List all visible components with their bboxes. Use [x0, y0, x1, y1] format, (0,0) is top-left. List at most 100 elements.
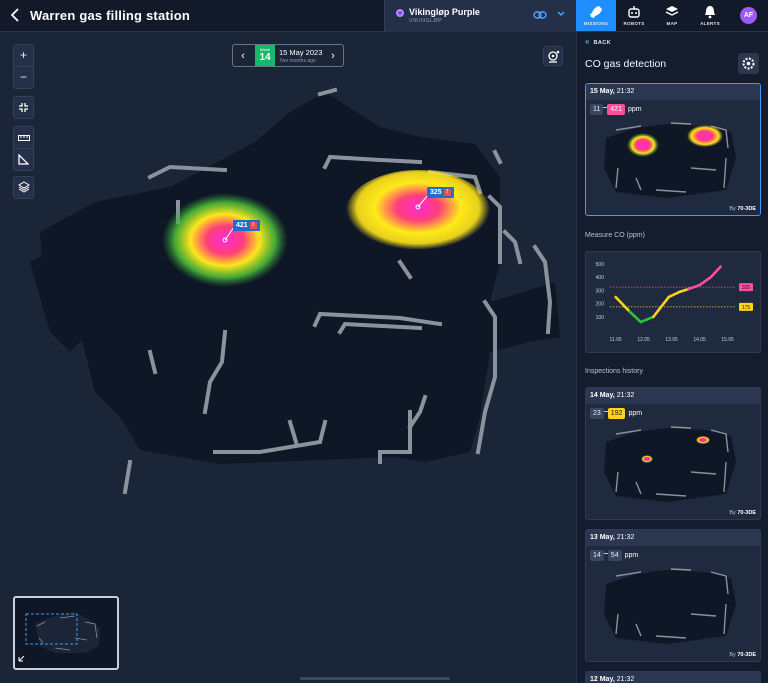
fit-button[interactable] [14, 97, 33, 118]
card-time: 21:32 [616, 534, 635, 541]
nav-label-map: MAP [666, 21, 678, 26]
x-tick-label: 15.05 [721, 337, 734, 343]
card-time: 21:32 [616, 676, 635, 683]
co-chart: 100 200 300 400 500 11.05 12.05 13.05 14.05 15.05… [585, 251, 761, 353]
camera-icon [548, 50, 560, 63]
robot-icon [628, 6, 640, 18]
week-badge: Week 14 [255, 45, 275, 66]
zoom-out-button[interactable]: − [14, 67, 33, 88]
card-map-thumbnail [604, 122, 736, 198]
x-tick-label: 14.05 [693, 337, 706, 343]
card-time: 21:32 [616, 88, 635, 95]
robot-status-icon [396, 9, 404, 17]
nav-tab-alerts[interactable]: ALERTS [690, 0, 730, 31]
avatar[interactable]: AF [740, 7, 757, 24]
prev-date-button[interactable]: ‹ [237, 49, 249, 63]
layers-icon [665, 6, 679, 16]
layers-icon [17, 181, 30, 193]
back-label: BACK [593, 40, 611, 46]
chevron-down-icon[interactable] [556, 9, 566, 19]
nav-label-missions: MISSIONS [583, 21, 609, 26]
nav-label-alerts: ALERTS [700, 21, 720, 26]
layers-button[interactable] [14, 177, 33, 198]
settings-button[interactable] [738, 53, 759, 74]
y-tick-label: 500 [596, 262, 605, 268]
next-date-button[interactable]: › [327, 49, 339, 63]
date-navigator: ‹ Week 14 15 May 2023 Two months ago › [232, 44, 344, 67]
card-map-thumbnail [604, 568, 736, 644]
card-date: 15 May, [590, 88, 615, 95]
x-tick-label: 11.05 [610, 337, 622, 343]
history-card[interactable]: 14 May, 21:32 23 192 ppm By 70-3DE [585, 387, 761, 520]
history-card[interactable]: 13 May, 21:32 14 54 ppm By 70-3DE [585, 529, 761, 662]
history-card[interactable]: 12 May, 21:32 [585, 671, 761, 683]
card-header: 12 May, 21:32 [586, 672, 760, 683]
threshold-label: 175 [742, 305, 751, 311]
series-segment [709, 265, 722, 279]
credit-robot-id: 70-3DE [737, 510, 756, 516]
card-header: 15 May, 21:32 [586, 84, 760, 100]
top-bar: Warren gas filling station Vikingløp Pur… [0, 0, 768, 32]
robot-subtitle: VIKINGLØP [409, 18, 443, 24]
card-date: 14 May, [590, 392, 615, 399]
link-icon[interactable] [533, 9, 547, 21]
panel-title: CO gas detection [585, 58, 667, 70]
card-header: 14 May, 21:32 [586, 388, 760, 404]
ppm-range: 11 421 ppm [590, 104, 642, 116]
series-segment [639, 315, 655, 324]
card-date: 12 May, [590, 676, 615, 683]
nav-tab-missions[interactable]: MISSIONS [576, 0, 616, 31]
horizontal-scroll-indicator[interactable] [300, 677, 450, 680]
series-segment [628, 310, 643, 324]
ruler-icon [17, 135, 30, 141]
card-map-thumbnail [604, 426, 736, 502]
credit-prefix: By [729, 652, 736, 658]
bell-icon [705, 6, 715, 19]
nav-label-robots: ROBOTS [623, 21, 645, 26]
double-chevron-left-icon: « [585, 37, 590, 46]
hotspot-tag-2[interactable]: 325! [427, 187, 454, 198]
history-label: Inspections history [585, 368, 643, 375]
threshold-label: 325 [742, 285, 751, 291]
current-inspection-card[interactable]: 15 May, 21:32 11 421 ppm By 70-3DE [585, 83, 761, 216]
co-chart-svg: 100 200 300 400 500 11.05 12.05 13.05 14.05 15.05… [596, 262, 753, 343]
ppm-min: 11 [590, 104, 604, 115]
series-segment [678, 287, 690, 294]
back-chevron-icon[interactable] [10, 8, 24, 24]
date-relative: Two months ago [279, 58, 316, 64]
page-title: Warren gas filling station [30, 8, 191, 23]
current-date: 15 May 2023 [279, 48, 323, 57]
warning-icon: ! [249, 222, 257, 229]
hotspot-value: 421 [236, 222, 248, 229]
robot-credit: By 70-3DE [729, 652, 756, 658]
floor-plan [30, 87, 560, 495]
layers-control [13, 176, 34, 199]
y-tick-label: 300 [596, 288, 605, 294]
ppm-unit: ppm [624, 552, 639, 559]
app-root: Warren gas filling station Vikingløp Pur… [0, 0, 768, 683]
series-segment [667, 290, 682, 299]
credit-robot-id: 70-3DE [737, 206, 756, 212]
hotspot-tag-1[interactable]: 421! [233, 220, 260, 231]
ppm-min: 14 [590, 550, 604, 561]
nav-tab-robots[interactable]: ROBOTS [614, 0, 654, 31]
camera-button[interactable] [543, 46, 563, 66]
credit-prefix: By [729, 206, 736, 212]
gear-icon [742, 57, 755, 70]
back-link[interactable]: «BACK [585, 37, 611, 46]
week-number: 14 [259, 52, 271, 63]
card-date: 13 May, [590, 534, 615, 541]
collapse-icon [19, 103, 28, 112]
series-segment [698, 275, 713, 287]
zoom-in-button[interactable]: + [14, 45, 33, 66]
angle-button[interactable] [14, 149, 33, 170]
map-view[interactable]: 421! 325! + − ‹ Week 14 15 May 2023 Two … [0, 32, 576, 683]
robot-selector[interactable]: Vikingløp Purple VIKINGLØP [384, 0, 576, 31]
ppm-unit: ppm [627, 106, 642, 113]
minimap[interactable] [13, 596, 119, 670]
robot-credit: By 70-3DE [729, 510, 756, 516]
ruler-button[interactable] [14, 127, 33, 148]
ppm-min: 23 [590, 408, 604, 419]
nav-tab-map[interactable]: MAP [652, 0, 692, 31]
hotspot-value: 325 [430, 189, 442, 196]
